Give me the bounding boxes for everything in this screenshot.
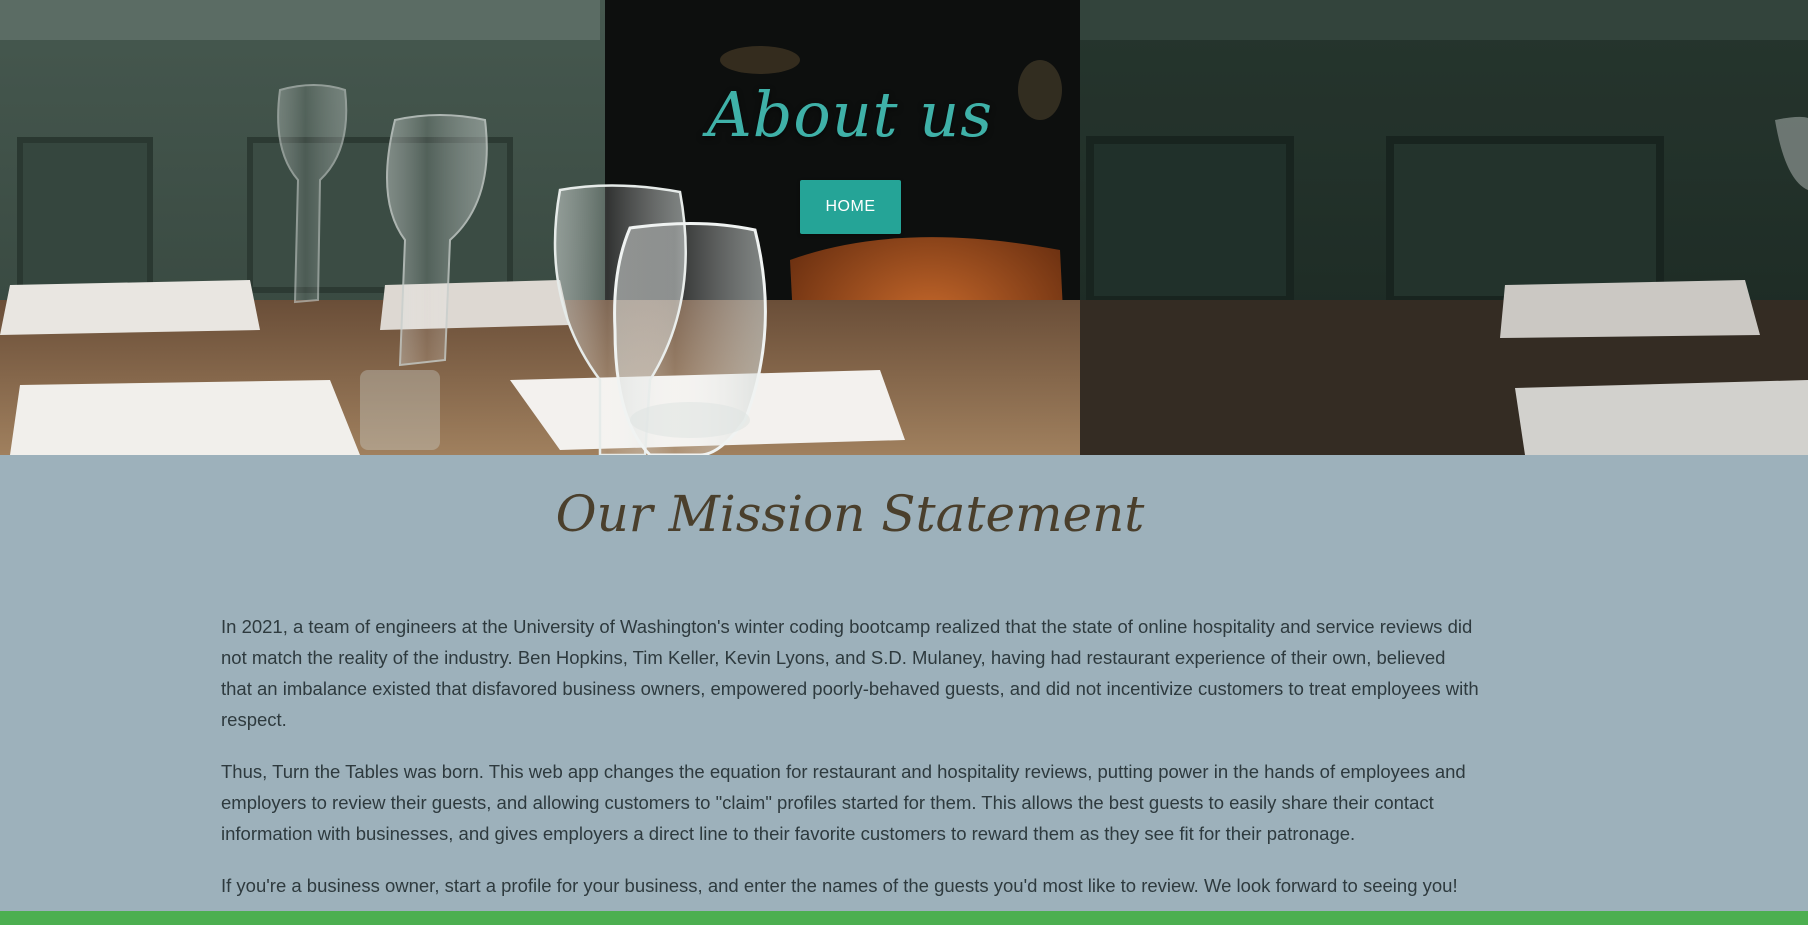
mission-body: In 2021, a team of engineers at the Univ…: [221, 611, 1481, 922]
mission-section: Our Mission Statement In 2021, a team of…: [0, 455, 1808, 911]
hero-background-image: [0, 0, 1808, 455]
mission-title: Our Mission Statement: [555, 485, 1145, 543]
page-title: About us: [706, 78, 994, 151]
hero-banner: About us HOME: [0, 0, 1808, 455]
footer-bar: [0, 911, 1808, 925]
mission-paragraph: In 2021, a team of engineers at the Univ…: [221, 616, 1479, 730]
mission-paragraph: If you're a business owner, start a prof…: [221, 875, 1458, 896]
mission-paragraph: Thus, Turn the Tables was born. This web…: [221, 761, 1466, 844]
home-button[interactable]: HOME: [800, 180, 901, 234]
